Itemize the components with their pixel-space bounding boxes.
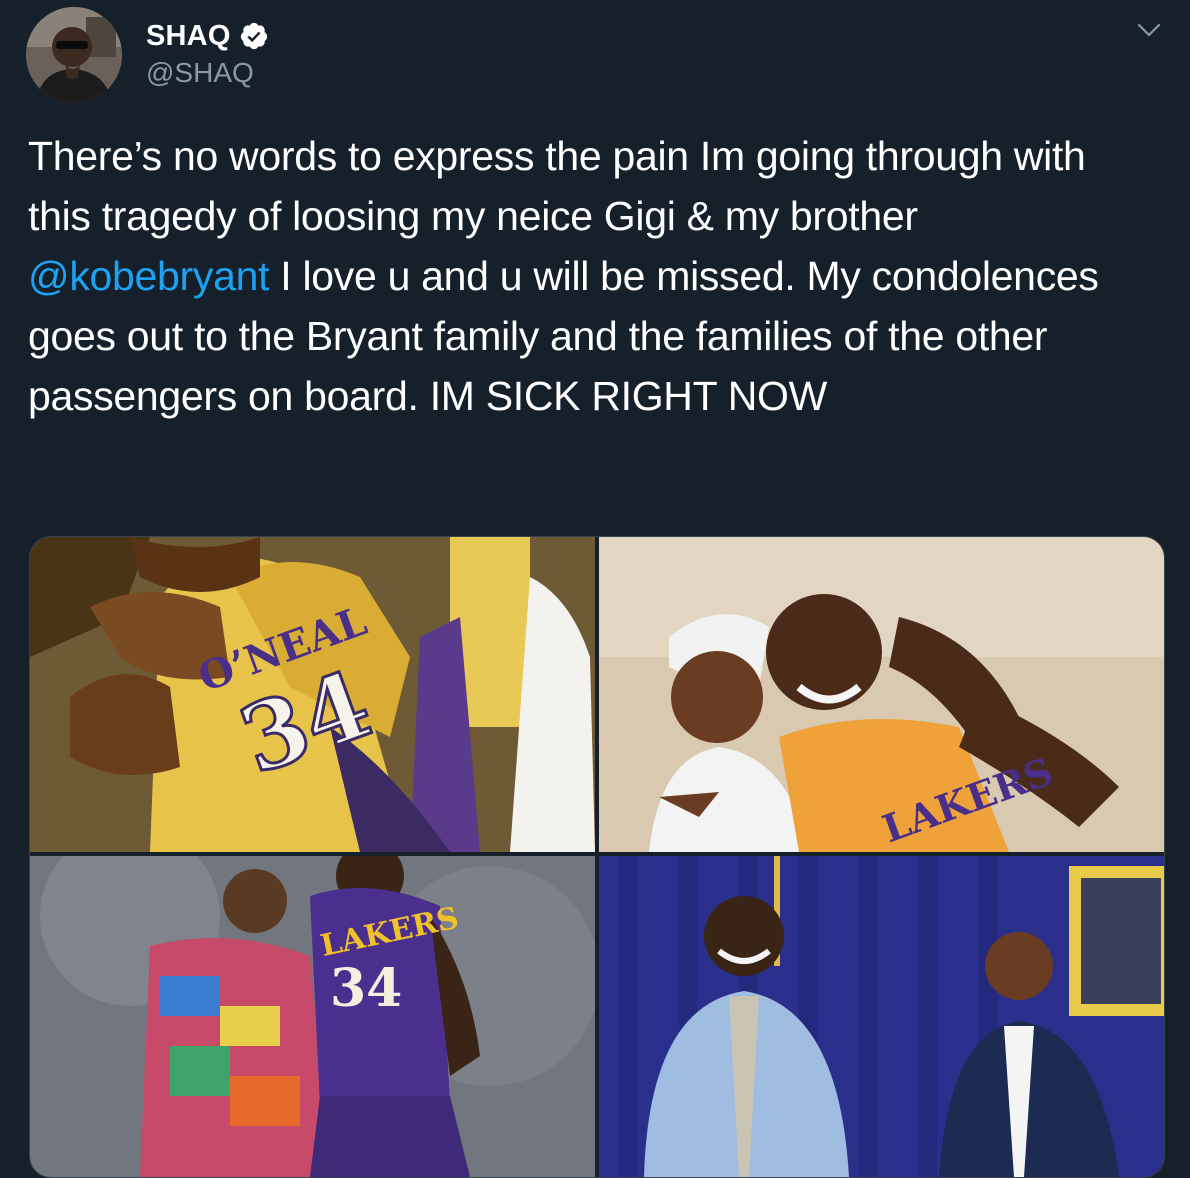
- tweet-text: There’s no words to express the pain Im …: [28, 126, 1138, 426]
- photo-4[interactable]: [599, 856, 1164, 1177]
- tweet-text-part-1: There’s no words to express the pain Im …: [28, 133, 1086, 239]
- author-avatar[interactable]: [26, 7, 122, 103]
- photo-3-jersey-number: 34: [330, 958, 402, 1019]
- photo-1[interactable]: O’NEAL 34: [30, 537, 595, 852]
- photo-2-image: LAKERS: [599, 537, 1164, 852]
- author-name-row: SHAQ: [146, 18, 269, 54]
- mention-link[interactable]: @kobebryant: [28, 253, 269, 299]
- photo-3[interactable]: LAKERS 34: [30, 856, 595, 1177]
- photo-1-image: O’NEAL 34: [30, 537, 595, 852]
- photo-4-image: [599, 856, 1164, 1177]
- chevron-down-icon[interactable]: [1136, 20, 1162, 40]
- author-display-name[interactable]: SHAQ: [146, 20, 231, 53]
- media-grid: O’NEAL 34 LAKERS LAKERS 34: [29, 536, 1165, 1178]
- tweet: SHAQ @SHAQ There’s no words to express t…: [0, 0, 1190, 1178]
- verified-badge-icon: [240, 22, 267, 50]
- avatar-photo-icon: [26, 7, 122, 103]
- photo-3-image: LAKERS 34: [30, 856, 595, 1177]
- photo-2[interactable]: LAKERS: [599, 537, 1164, 852]
- author-handle[interactable]: @SHAQ: [146, 57, 254, 89]
